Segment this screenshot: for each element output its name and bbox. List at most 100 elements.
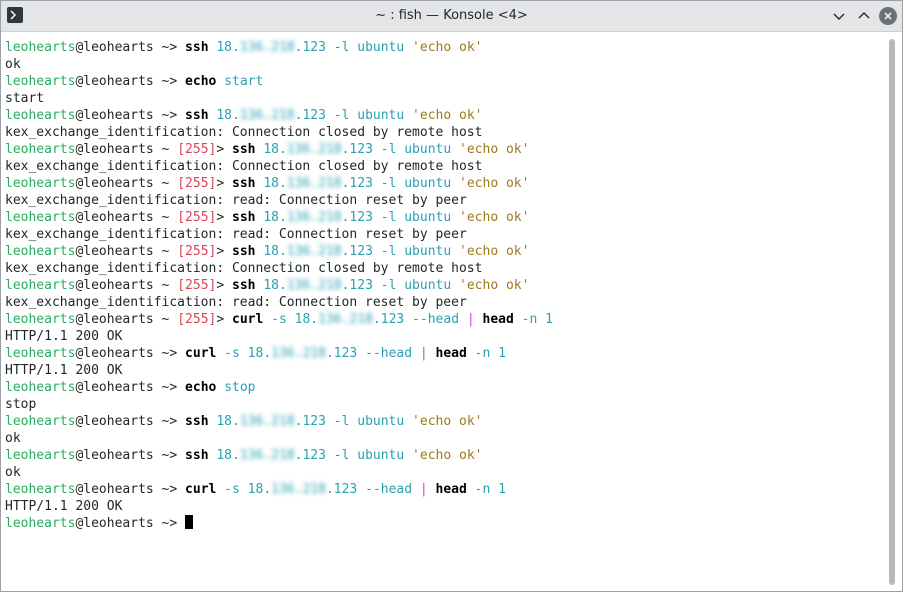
command-arg: -s 18. xyxy=(271,312,319,327)
command-arg: -n 1 xyxy=(466,482,506,497)
prompt-symbol: > xyxy=(216,312,225,327)
close-button[interactable] xyxy=(879,7,897,25)
command-name: echo xyxy=(185,380,217,395)
exit-status: [255] xyxy=(177,278,217,293)
prompt-line: leohearts@leohearts ~ [255]> curl -s 18.… xyxy=(5,311,553,328)
prompt-line: leohearts@leohearts ~> echo start xyxy=(5,73,553,90)
prompt-path: ~ xyxy=(153,40,170,55)
prompt-line: leohearts@leohearts ~> ssh 18.136.218.12… xyxy=(5,447,553,464)
command-name: ssh xyxy=(232,142,256,157)
prompt-symbol: > xyxy=(169,74,178,89)
prompt-line: leohearts@leohearts ~> xyxy=(5,515,553,532)
prompt-host: @leohearts xyxy=(75,108,154,123)
command-arg: .123 -l ubuntu xyxy=(341,210,460,225)
command-name: ssh xyxy=(185,414,209,429)
prompt-user: leohearts xyxy=(5,142,76,157)
command-name: ssh xyxy=(232,244,256,259)
prompt-line: leohearts@leohearts ~> ssh 18.136.218.12… xyxy=(5,107,553,124)
prompt-host: @leohearts xyxy=(75,482,154,497)
command-arg: 18. xyxy=(263,278,287,293)
command-arg: .123 --head xyxy=(372,312,467,327)
command-arg: 136.218 xyxy=(239,448,295,463)
prompt-path: ~ xyxy=(153,244,170,259)
window-title: ~ : fish — Konsole <4> xyxy=(375,8,528,23)
command-arg: 'echo ok' xyxy=(412,414,483,429)
output-line: kex_exchange_identification: read: Conne… xyxy=(5,192,553,209)
command-arg: -n 1 xyxy=(466,346,506,361)
command-arg: .123 -l ubuntu xyxy=(294,108,413,123)
command-name: ssh xyxy=(185,40,209,55)
output-line: kex_exchange_identification: Connection … xyxy=(5,124,553,141)
output-text: kex_exchange_identification: read: Conne… xyxy=(5,227,467,242)
prompt-line: leohearts@leohearts ~> curl -s 18.136.21… xyxy=(5,345,553,362)
prompt-user: leohearts xyxy=(5,346,76,361)
command-name: ssh xyxy=(232,278,256,293)
prompt-user: leohearts xyxy=(5,210,76,225)
command-arg: -s 18. xyxy=(224,346,272,361)
output-text: kex_exchange_identification: Connection … xyxy=(5,125,483,140)
prompt-host: @leohearts xyxy=(75,380,154,395)
output-line: start xyxy=(5,90,553,107)
prompt-line: leohearts@leohearts ~> ssh 18.136.218.12… xyxy=(5,39,553,56)
maximize-button[interactable] xyxy=(855,7,873,25)
prompt-host: @leohearts xyxy=(75,142,154,157)
command-arg: 18. xyxy=(216,40,240,55)
prompt-host: @leohearts xyxy=(75,312,154,327)
prompt-path: ~ xyxy=(153,448,170,463)
prompt-user: leohearts xyxy=(5,312,76,327)
command-arg: .123 -l ubuntu xyxy=(294,40,413,55)
chevron-up-icon xyxy=(858,12,870,19)
command-arg: .123 -l ubuntu xyxy=(294,448,413,463)
prompt-line: leohearts@leohearts ~ [255]> ssh 18.136.… xyxy=(5,243,553,260)
command-arg: -n 1 xyxy=(513,312,553,327)
prompt-user: leohearts xyxy=(5,74,76,89)
output-text: kex_exchange_identification: read: Conne… xyxy=(5,193,467,208)
close-icon xyxy=(884,12,892,20)
prompt-path: ~ xyxy=(153,278,170,293)
command-arg: .123 -l ubuntu xyxy=(341,244,460,259)
prompt-path: ~ xyxy=(153,176,170,191)
command-arg: 136.218 xyxy=(286,278,342,293)
prompt-path: ~ xyxy=(153,108,170,123)
terminal-view[interactable]: leohearts@leohearts ~> ssh 18.136.218.12… xyxy=(1,32,887,591)
minimize-button[interactable] xyxy=(830,7,848,25)
command-arg: 'echo ok' xyxy=(459,210,530,225)
prompt-symbol: > xyxy=(169,448,178,463)
command-arg: 18. xyxy=(263,244,287,259)
command-arg: 'echo ok' xyxy=(412,108,483,123)
scrollbar[interactable] xyxy=(889,39,895,585)
prompt-path: ~ xyxy=(153,142,170,157)
titlebar[interactable]: ~ : fish — Konsole <4> xyxy=(1,1,902,32)
prompt-symbol: > xyxy=(169,482,178,497)
prompt-path: ~ xyxy=(153,312,170,327)
prompt-symbol: > xyxy=(169,346,178,361)
command-arg: 136.218 xyxy=(286,142,342,157)
command-arg: 18. xyxy=(216,414,240,429)
command-arg: | xyxy=(419,482,436,497)
command-arg: 136.218 xyxy=(286,244,342,259)
prompt-path: ~ xyxy=(153,414,170,429)
prompt-symbol: > xyxy=(216,210,225,225)
output-line: stop xyxy=(5,396,553,413)
prompt-line: leohearts@leohearts ~ [255]> ssh 18.136.… xyxy=(5,277,553,294)
output-line: kex_exchange_identification: read: Conne… xyxy=(5,294,553,311)
prompt-symbol: > xyxy=(216,278,225,293)
command-name: curl xyxy=(185,346,217,361)
output-text: HTTP/1.1 200 OK xyxy=(5,329,123,344)
command-arg: 'echo ok' xyxy=(412,448,483,463)
output-text: ok xyxy=(5,465,21,480)
prompt-host: @leohearts xyxy=(75,346,154,361)
prompt-host: @leohearts xyxy=(75,74,154,89)
exit-status: [255] xyxy=(177,244,217,259)
prompt-host: @leohearts xyxy=(75,448,154,463)
output-line: kex_exchange_identification: Connection … xyxy=(5,260,553,277)
prompt-path: ~ xyxy=(153,210,170,225)
output-line: HTTP/1.1 200 OK xyxy=(5,498,553,515)
output-text: start xyxy=(5,91,45,106)
output-text: ok xyxy=(5,431,21,446)
command-arg: head xyxy=(482,312,514,327)
prompt-symbol: > xyxy=(169,414,178,429)
prompt-user: leohearts xyxy=(5,278,76,293)
prompt-host: @leohearts xyxy=(75,244,154,259)
command-arg: 18. xyxy=(263,142,287,157)
